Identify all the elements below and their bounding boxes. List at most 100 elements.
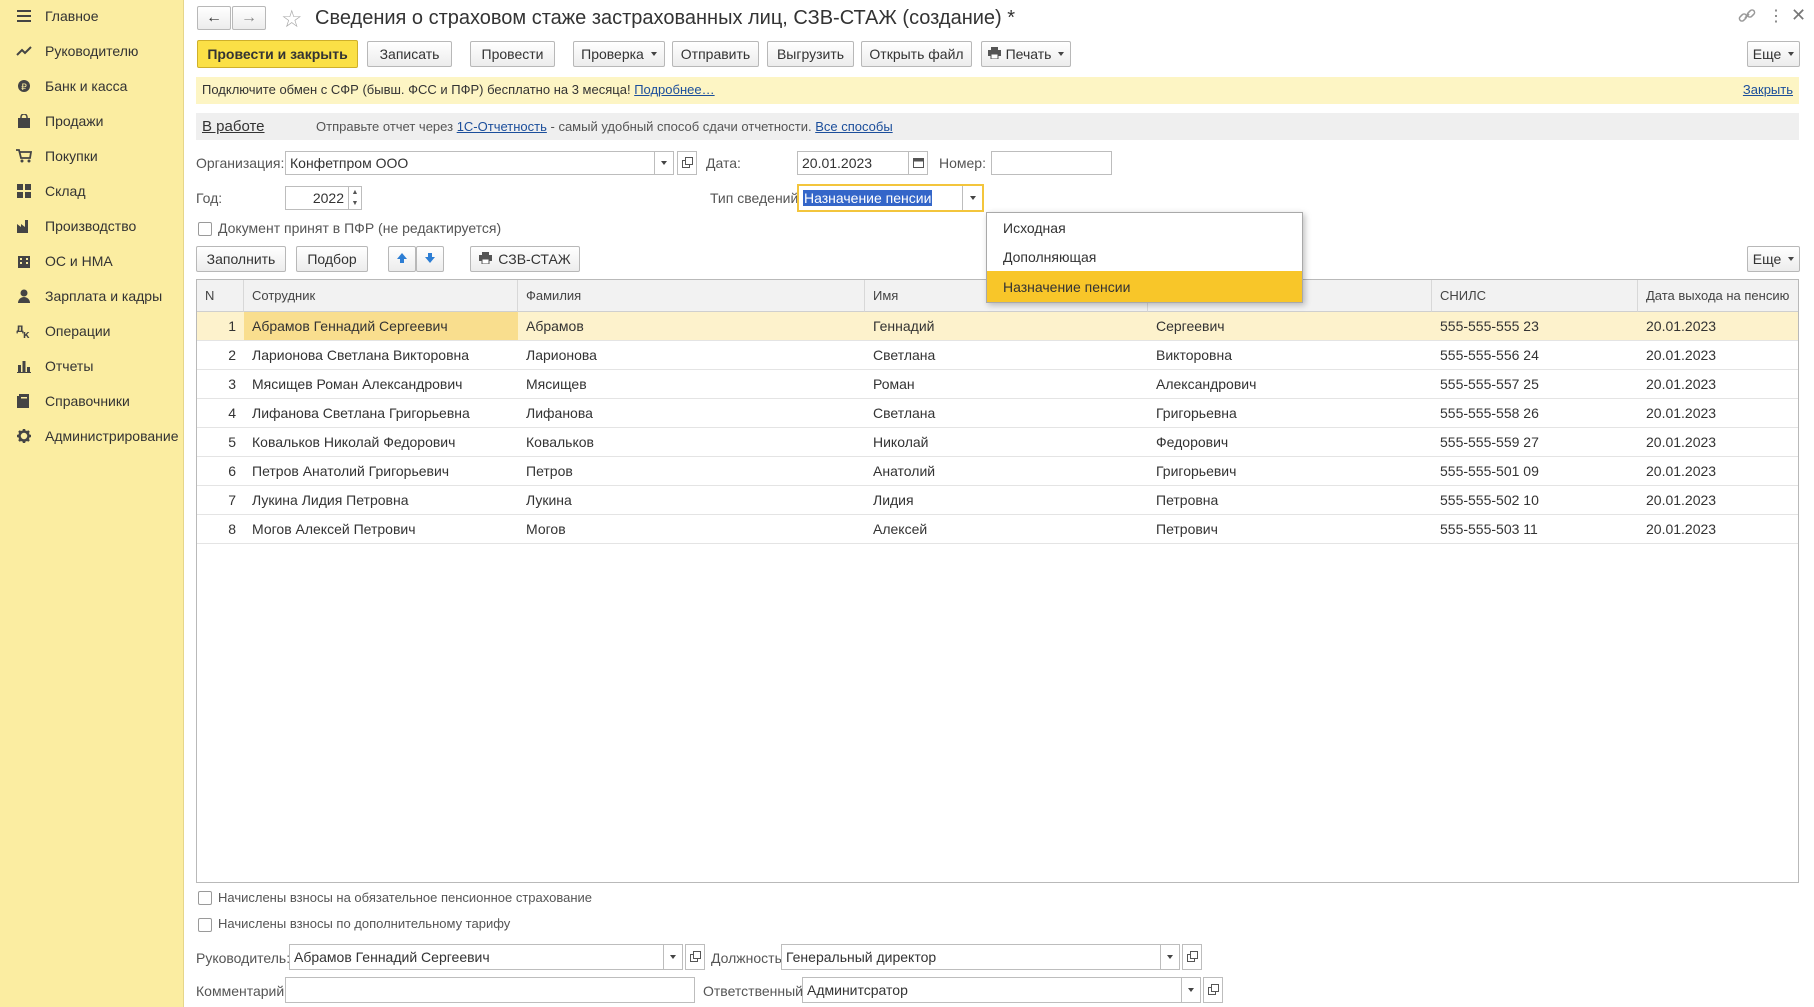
org-open-button[interactable] (677, 151, 697, 175)
sidebar-item-admin[interactable]: Администрирование (0, 420, 184, 452)
post-button[interactable]: Провести (470, 41, 555, 67)
org-field[interactable]: Конфетпром ООО (285, 151, 655, 175)
link-icon[interactable] (1738, 8, 1756, 27)
position-dropdown-button[interactable] (1160, 944, 1180, 970)
1c-reporting-link[interactable]: 1С-Отчетность (457, 119, 547, 134)
szv-print-button[interactable]: СЗВ-СТАЖ (470, 246, 580, 272)
table-row[interactable]: 5 Ковальков Николай Федорович Ковальков … (197, 428, 1798, 457)
move-up-button[interactable] (388, 246, 416, 272)
chevron-down-icon (670, 955, 676, 959)
banner-more-link[interactable]: Подробнее… (634, 82, 714, 97)
column-header-n[interactable]: N (197, 280, 244, 312)
sidebar-item-manager[interactable]: Руководителю (0, 35, 184, 67)
dropdown-option-initial[interactable]: Исходная (987, 213, 1302, 242)
banner-close-link[interactable]: Закрыть (1743, 82, 1793, 97)
pick-button[interactable]: Подбор (296, 246, 368, 272)
additional-tariff-label: Начислены взносы по дополнительному тари… (218, 916, 511, 931)
column-header-surname[interactable]: Фамилия (518, 280, 865, 312)
sidebar-item-operations[interactable]: ДК Операции (0, 315, 184, 347)
pension-contributions-label: Начислены взносы на обязательное пенсион… (218, 890, 593, 905)
cell-employee: Лукина Лидия Петровна (252, 492, 409, 508)
more-vertical-icon[interactable]: ⋮ (1768, 6, 1784, 26)
date-label: Дата: (706, 155, 741, 171)
cell-n: 5 (228, 434, 236, 450)
back-button[interactable]: ← (197, 6, 231, 30)
pension-contributions-checkbox[interactable] (198, 891, 212, 905)
number-field[interactable] (991, 151, 1112, 175)
column-header-retirement-date[interactable]: Дата выхода на пенсию (1638, 280, 1798, 312)
head-open-button[interactable] (685, 944, 705, 970)
fill-button[interactable]: Заполнить (196, 246, 286, 272)
sidebar-item-label: Банк и касса (45, 78, 128, 94)
position-open-button[interactable] (1182, 944, 1202, 970)
sidebar-item-reports[interactable]: Отчеты (0, 350, 184, 382)
table-row[interactable]: 7 Лукина Лидия Петровна Лукина Лидия Пет… (197, 486, 1798, 515)
table-row[interactable]: 3 Мясищев Роман Александрович Мясищев Ро… (197, 370, 1798, 399)
person-icon (16, 288, 32, 304)
column-header-snils[interactable]: СНИЛС (1432, 280, 1638, 312)
sidebar-item-main[interactable]: Главное (0, 0, 184, 32)
year-field[interactable]: 2022 (285, 186, 349, 210)
sidebar-item-purchases[interactable]: Покупки (0, 140, 184, 172)
additional-tariff-checkbox[interactable] (198, 918, 212, 932)
responsible-dropdown-button[interactable] (1181, 977, 1201, 1003)
table-row[interactable]: 1 Абрамов Геннадий Сергеевич Абрамов Ген… (197, 312, 1798, 341)
open-file-button[interactable]: Открыть файл (861, 41, 972, 67)
comment-field[interactable] (285, 977, 695, 1003)
stepper-up-icon[interactable]: ▲ (349, 187, 361, 198)
promo-banner: Подключите обмен с СФР (бывш. ФСС и ПФР)… (196, 77, 1799, 104)
sidebar-item-assets[interactable]: ОС и НМА (0, 245, 184, 277)
table-row[interactable]: 8 Могов Алексей Петрович Могов Алексей П… (197, 515, 1798, 544)
accepted-checkbox[interactable] (198, 222, 212, 236)
responsible-open-button[interactable] (1203, 977, 1223, 1003)
type-dropdown-button[interactable] (962, 186, 982, 210)
forward-button[interactable]: → (232, 6, 266, 30)
column-header-employee[interactable]: Сотрудник (244, 280, 518, 312)
send-button[interactable]: Отправить (672, 41, 759, 67)
more-button[interactable]: Еще (1747, 41, 1800, 67)
close-icon[interactable]: ✕ (1791, 5, 1806, 26)
dropdown-option-supplementary[interactable]: Дополняющая (987, 242, 1302, 271)
table-row[interactable]: 4 Лифанова Светлана Григорьевна Лифанова… (197, 399, 1798, 428)
head-dropdown-button[interactable] (663, 944, 683, 970)
save-button[interactable]: Записать (367, 41, 452, 67)
chevron-down-icon (1788, 257, 1795, 261)
year-stepper[interactable]: ▲ ▼ (348, 186, 362, 210)
all-methods-link[interactable]: Все способы (815, 119, 892, 134)
position-field[interactable]: Генеральный директор (781, 944, 1161, 970)
table-row[interactable]: 6 Петров Анатолий Григорьевич Петров Ана… (197, 457, 1798, 486)
date-field[interactable]: 20.01.2023 (797, 151, 909, 175)
star-icon[interactable]: ☆ (281, 5, 303, 34)
upload-button[interactable]: Выгрузить (767, 41, 854, 67)
sidebar-item-label: Производство (45, 218, 137, 234)
post-and-close-button[interactable]: Провести и закрыть (197, 40, 358, 68)
responsible-field[interactable]: Админитсратор (802, 977, 1182, 1003)
sidebar-item-production[interactable]: Производство (0, 210, 184, 242)
check-button[interactable]: Проверка (573, 41, 665, 67)
cell-retirement-date: 20.01.2023 (1646, 405, 1717, 421)
calendar-button[interactable] (908, 151, 928, 175)
cell-patronymic: Сергеевич (1156, 318, 1225, 334)
org-dropdown-button[interactable] (654, 151, 674, 175)
table-row[interactable]: 2 Ларионова Светлана Викторовна Ларионов… (197, 341, 1798, 370)
dropdown-option-pension[interactable]: Назначение пенсии (987, 271, 1302, 302)
cell-snils: 555-555-555 23 (1440, 318, 1539, 334)
status-state-link[interactable]: В работе (202, 118, 265, 135)
open-icon (681, 155, 693, 171)
szv-print-label: СЗВ-СТАЖ (498, 251, 571, 267)
type-field[interactable]: Назначение пенсии (797, 184, 984, 212)
sidebar-item-catalogs[interactable]: Справочники (0, 385, 184, 417)
table-more-button[interactable]: Еще (1747, 246, 1800, 272)
sidebar-item-salary[interactable]: Зарплата и кадры (0, 280, 184, 312)
head-field[interactable]: Абрамов Геннадий Сергеевич (289, 944, 664, 970)
calendar-icon (912, 155, 924, 171)
stepper-down-icon[interactable]: ▼ (349, 198, 361, 209)
cell-employee[interactable]: Абрамов Геннадий Сергеевич (244, 312, 518, 340)
bar-chart-icon (16, 358, 32, 374)
print-button[interactable]: Печать (981, 41, 1071, 67)
sidebar-item-sales[interactable]: Продажи (0, 105, 184, 137)
status-text-after: - самый удобный способ сдачи отчетности. (550, 119, 812, 134)
move-down-button[interactable] (416, 246, 444, 272)
sidebar-item-warehouse[interactable]: Склад (0, 175, 184, 207)
sidebar-item-bank[interactable]: ₽ Банк и касса (0, 70, 184, 102)
